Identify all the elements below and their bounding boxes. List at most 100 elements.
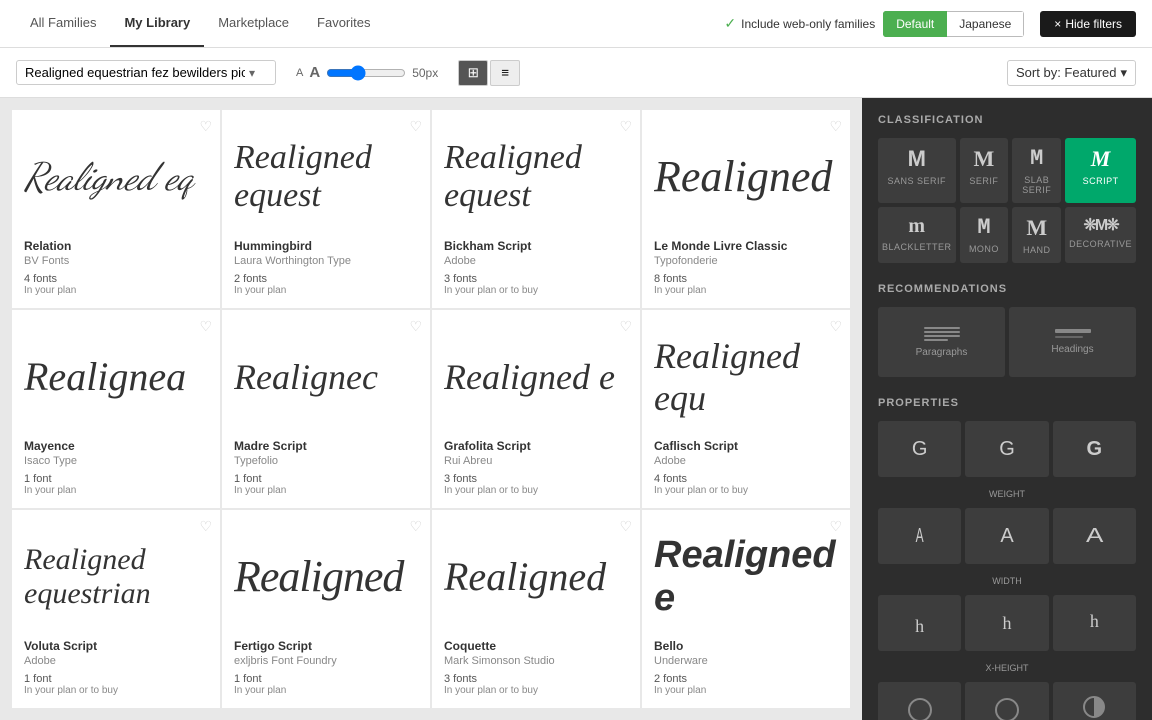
contrast-low-btn[interactable] bbox=[878, 682, 961, 720]
contrast-mid-icon bbox=[995, 698, 1019, 720]
weight-bold-btn[interactable]: G bbox=[1053, 421, 1136, 477]
font-grid: ♡ Realigned eq Relation BV Fonts 4 fonts… bbox=[0, 98, 862, 720]
heart-icon-grafolita[interactable]: ♡ bbox=[619, 318, 632, 335]
heart-icon-relation[interactable]: ♡ bbox=[199, 118, 212, 135]
xheight-mid-btn[interactable]: h bbox=[965, 595, 1048, 651]
class-btn-blackletter[interactable]: m Blackletter bbox=[878, 207, 956, 263]
search-dropdown-arrow[interactable]: ▾ bbox=[249, 66, 255, 80]
xheight-grid: h h h bbox=[878, 595, 1136, 651]
sort-dropdown-arrow: ▾ bbox=[1120, 65, 1127, 81]
contrast-high-btn[interactable] bbox=[1053, 682, 1136, 720]
font-card-bello[interactable]: ♡ Realigned e Bello Underware 2 fonts In… bbox=[642, 510, 850, 708]
nav-tab-my-library[interactable]: My Library bbox=[110, 0, 204, 47]
font-card-madre[interactable]: ♡ Realignec Madre Script Typefolio 1 fon… bbox=[222, 310, 430, 508]
heart-icon-lemonde[interactable]: ♡ bbox=[829, 118, 842, 135]
nav-tab-favorites[interactable]: Favorites bbox=[303, 0, 384, 47]
nav-tabs: All Families My Library Marketplace Favo… bbox=[16, 0, 385, 47]
font-card-bickham[interactable]: ♡ Realigned equest Bickham Script Adobe … bbox=[432, 110, 640, 308]
sans-serif-label: Sans Serif bbox=[888, 176, 947, 186]
font-name-caflisch: Caflisch Script bbox=[654, 439, 838, 453]
rec-btn-headings[interactable]: Headings bbox=[1009, 307, 1136, 377]
font-size-slider[interactable] bbox=[326, 65, 406, 81]
font-card-voluta[interactable]: ♡ Realigned equestrian Voluta Script Ado… bbox=[12, 510, 220, 708]
font-foundry-mayence: Isaco Type bbox=[24, 455, 208, 467]
filter-japanese-button[interactable]: Japanese bbox=[947, 11, 1024, 37]
font-card-hummingbird[interactable]: ♡ Realigned equest Hummingbird Laura Wor… bbox=[222, 110, 430, 308]
font-foundry-lemonde: Typofonderie bbox=[654, 255, 838, 267]
font-name-hummingbird: Hummingbird bbox=[234, 239, 418, 253]
weight-bold-letter: G bbox=[1087, 438, 1103, 461]
size-label-small: A bbox=[296, 67, 303, 79]
heart-icon-coquette[interactable]: ♡ bbox=[619, 518, 632, 535]
web-only-checkbox-area[interactable]: ✓ Include web-only families bbox=[724, 15, 875, 32]
font-card-caflisch[interactable]: ♡ Realigned equ Caflisch Script Adobe 4 … bbox=[642, 310, 850, 508]
rec-btn-paragraphs[interactable]: Paragraphs bbox=[878, 307, 1005, 377]
heart-icon-fertigo[interactable]: ♡ bbox=[409, 518, 422, 535]
type-filter-group: Default Japanese bbox=[883, 11, 1024, 37]
xheight-high-btn[interactable]: h bbox=[1053, 595, 1136, 651]
heart-icon-bickham[interactable]: ♡ bbox=[619, 118, 632, 135]
contrast-low-letter bbox=[908, 698, 932, 720]
filter-default-button[interactable]: Default bbox=[883, 11, 947, 37]
class-btn-serif[interactable]: M Serif bbox=[960, 138, 1009, 203]
font-card-lemonde[interactable]: ♡ Realigned Le Monde Livre Classic Typof… bbox=[642, 110, 850, 308]
heart-icon-caflisch[interactable]: ♡ bbox=[829, 318, 842, 335]
font-card-coquette[interactable]: ♡ Realigned Coquette Mark Simonson Studi… bbox=[432, 510, 640, 708]
weight-regular-btn[interactable]: G bbox=[965, 421, 1048, 477]
heart-icon-mayence[interactable]: ♡ bbox=[199, 318, 212, 335]
hide-filters-button[interactable]: × Hide filters bbox=[1040, 11, 1136, 37]
nav-tab-all-families[interactable]: All Families bbox=[16, 0, 110, 47]
font-count-bello: 2 fonts bbox=[654, 673, 838, 685]
font-count-grafolita: 3 fonts bbox=[444, 473, 628, 485]
heart-icon-bello[interactable]: ♡ bbox=[829, 518, 842, 535]
width-regular-btn[interactable]: A bbox=[965, 508, 1048, 564]
xheight-low-btn[interactable]: h bbox=[878, 595, 961, 651]
heart-icon-hummingbird[interactable]: ♡ bbox=[409, 118, 422, 135]
search-input[interactable] bbox=[25, 65, 245, 80]
font-count-voluta: 1 font bbox=[24, 673, 208, 685]
font-plan-coquette: In your plan or to buy bbox=[444, 685, 628, 696]
heart-icon-voluta[interactable]: ♡ bbox=[199, 518, 212, 535]
contrast-mid-btn[interactable] bbox=[965, 682, 1048, 720]
search-box[interactable]: ▾ bbox=[16, 60, 276, 85]
font-plan-relation: In your plan bbox=[24, 285, 208, 296]
font-preview-caflisch: Realigned equ bbox=[654, 322, 838, 431]
top-right-filters: ✓ Include web-only families Default Japa… bbox=[724, 11, 1136, 37]
font-card-fertigo[interactable]: ♡ Realigned Fertigo Script exljbris Font… bbox=[222, 510, 430, 708]
class-btn-script[interactable]: M Script bbox=[1065, 138, 1136, 203]
classification-title: CLASSIFICATION bbox=[878, 114, 1136, 126]
font-preview-grafolita: Realigned e bbox=[444, 322, 628, 431]
view-toggles: ⊞ ≡ bbox=[458, 60, 520, 86]
class-btn-hand[interactable]: M Hand bbox=[1012, 207, 1061, 263]
nav-tab-marketplace[interactable]: Marketplace bbox=[204, 0, 303, 47]
class-btn-sans-serif[interactable]: M Sans Serif bbox=[878, 138, 956, 203]
font-card-mayence[interactable]: ♡ Realignea Mayence Isaco Type 1 font In… bbox=[12, 310, 220, 508]
font-foundry-coquette: Mark Simonson Studio bbox=[444, 655, 628, 667]
font-name-bello: Bello bbox=[654, 639, 838, 653]
heart-icon-madre[interactable]: ♡ bbox=[409, 318, 422, 335]
width-extended-btn[interactable]: A bbox=[1053, 508, 1136, 564]
recommendations-grid: Paragraphs Headings bbox=[878, 307, 1136, 377]
sort-control[interactable]: Sort by: Featured ▾ bbox=[1007, 60, 1136, 86]
class-btn-mono[interactable]: M Mono bbox=[960, 207, 1009, 263]
font-card-relation[interactable]: ♡ Realigned eq Relation BV Fonts 4 fonts… bbox=[12, 110, 220, 308]
class-btn-slab-serif[interactable]: M Slab Serif bbox=[1012, 138, 1061, 203]
grid-view-button[interactable]: ⊞ bbox=[458, 60, 488, 86]
font-foundry-voluta: Adobe bbox=[24, 655, 208, 667]
font-foundry-madre: Typefolio bbox=[234, 455, 418, 467]
hand-label: Hand bbox=[1023, 245, 1051, 255]
class-btn-decorative[interactable]: ❊M❊ Decorative bbox=[1065, 207, 1136, 263]
width-condensed-btn[interactable]: A bbox=[878, 508, 961, 564]
hide-filters-label: Hide filters bbox=[1065, 17, 1122, 31]
font-plan-mayence: In your plan bbox=[24, 485, 208, 496]
font-name-grafolita: Grafolita Script bbox=[444, 439, 628, 453]
contrast-high-icon bbox=[1082, 695, 1106, 720]
font-count-caflisch: 4 fonts bbox=[654, 473, 838, 485]
list-view-button[interactable]: ≡ bbox=[490, 60, 520, 86]
properties-title: PROPERTIES bbox=[878, 397, 1136, 409]
sans-serif-letter: M bbox=[908, 146, 926, 172]
font-card-grafolita[interactable]: ♡ Realigned e Grafolita Script Rui Abreu… bbox=[432, 310, 640, 508]
font-preview-lemonde: Realigned bbox=[654, 122, 838, 231]
weight-label: Weight bbox=[989, 489, 1025, 499]
weight-light-btn[interactable]: G bbox=[878, 421, 961, 477]
